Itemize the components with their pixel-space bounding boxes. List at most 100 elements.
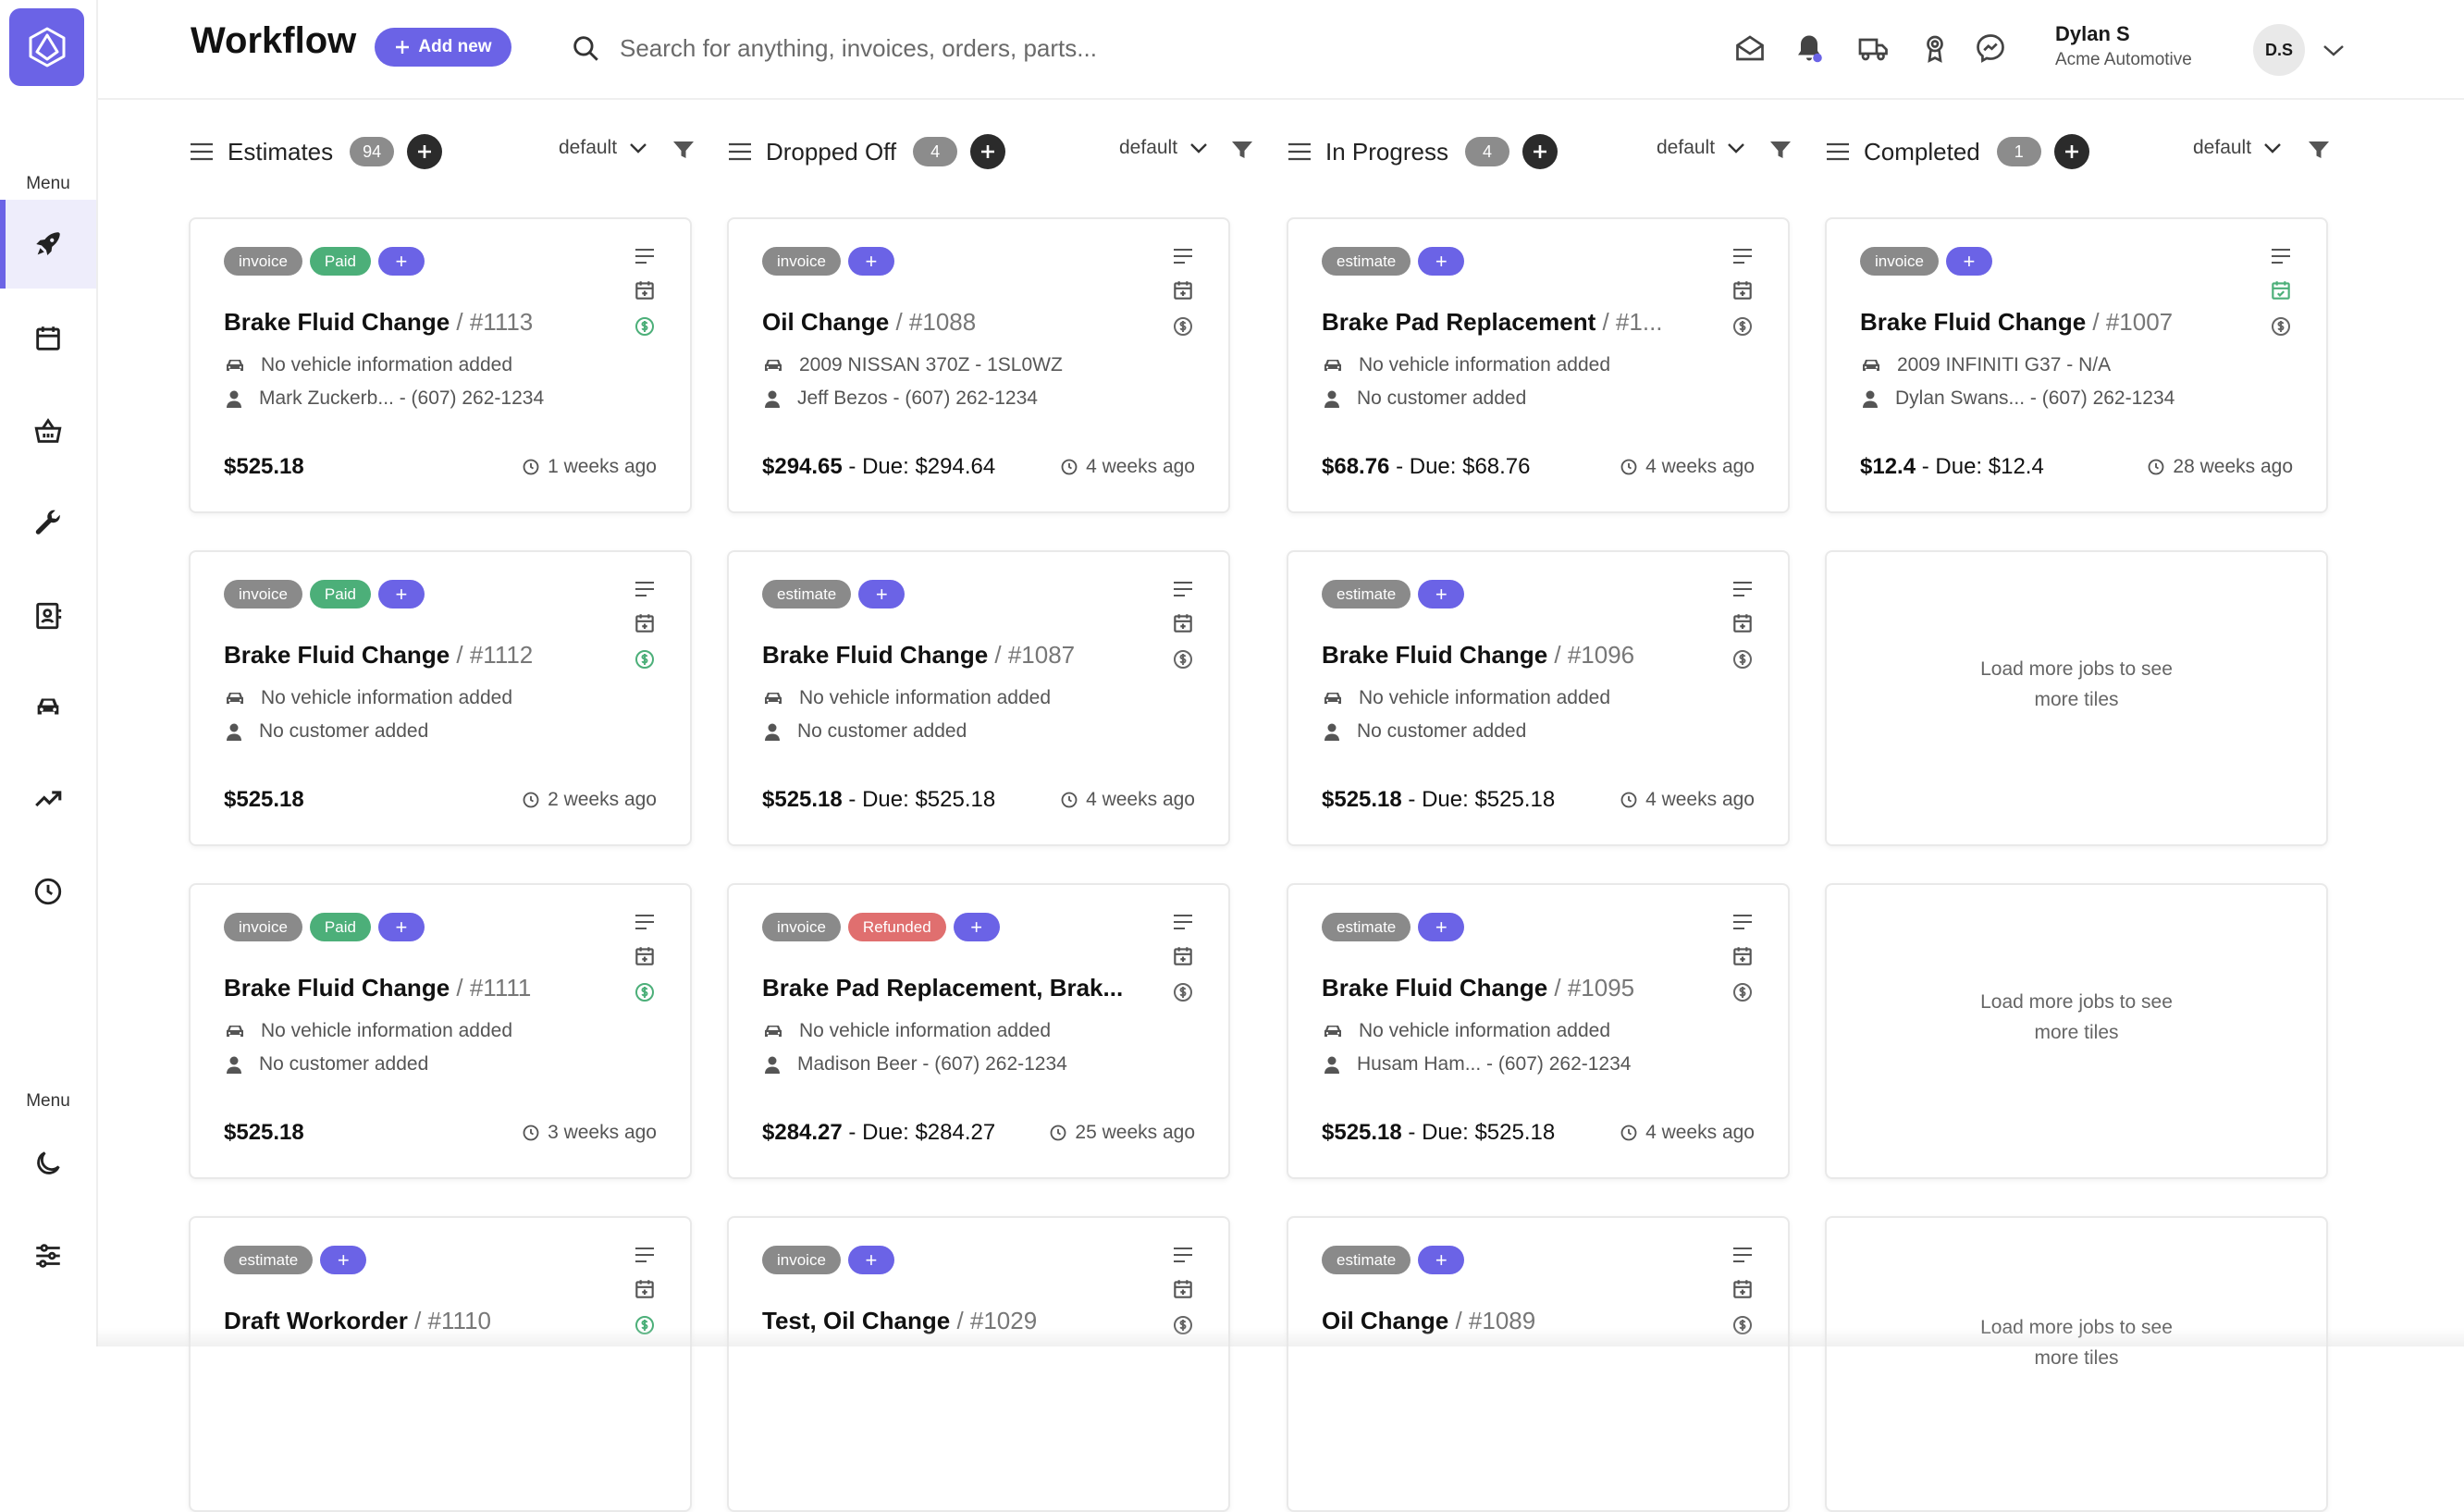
- job-card[interactable]: invoice Paid + Brake Fluid Change / #1111 No…: [189, 883, 692, 1179]
- filter-icon[interactable]: [671, 139, 696, 161]
- calendar-add-icon[interactable]: [633, 278, 657, 302]
- job-card[interactable]: estimate + Brake Fluid Change / #1095 No ve…: [1287, 883, 1790, 1179]
- calendar-add-icon[interactable]: [1731, 611, 1755, 635]
- calendar-add-icon[interactable]: [2269, 278, 2293, 302]
- job-card[interactable]: invoice Paid + Brake Fluid Change / #1112 No…: [189, 550, 692, 846]
- nav-vehicles[interactable]: [0, 662, 96, 751]
- add-tag-button[interactable]: +: [1418, 580, 1465, 608]
- add-job-button[interactable]: [970, 134, 1006, 169]
- job-card[interactable]: invoice + Test, Oil Change / #1029: [727, 1216, 1230, 1512]
- sort-dropdown[interactable]: default: [1119, 137, 1209, 159]
- job-card[interactable]: invoice + Brake Fluid Change / #1007 2009 I…: [1825, 217, 2328, 513]
- bell-icon[interactable]: [1793, 31, 1826, 65]
- job-card[interactable]: estimate + Brake Pad Replacement / #1... No…: [1287, 217, 1790, 513]
- add-job-button[interactable]: [407, 134, 443, 169]
- calendar-add-icon[interactable]: [633, 944, 657, 968]
- payment-icon[interactable]: [634, 981, 656, 1003]
- notes-icon[interactable]: [2270, 247, 2292, 265]
- notes-icon[interactable]: [634, 1246, 656, 1264]
- calendar-add-icon[interactable]: [1171, 1277, 1195, 1301]
- add-tag-button[interactable]: +: [377, 913, 425, 941]
- add-tag-button[interactable]: +: [377, 580, 425, 608]
- chevron-down-icon[interactable]: [2320, 39, 2347, 61]
- notes-icon[interactable]: [1731, 247, 1754, 265]
- load-more-tile[interactable]: Load more jobs to seemore tiles: [1825, 550, 2328, 846]
- job-card[interactable]: invoice + Oil Change / #1088 2009 NISSAN 37…: [727, 217, 1230, 513]
- messenger-icon[interactable]: [1974, 31, 2007, 65]
- nav-orders[interactable]: [0, 387, 96, 475]
- truck-icon[interactable]: [1857, 31, 1891, 65]
- job-card[interactable]: invoice Refunded + Brake Pad Replacement, B…: [727, 883, 1230, 1179]
- filter-icon[interactable]: [1230, 139, 1254, 161]
- drag-handle-icon[interactable]: [1287, 141, 1312, 162]
- notes-icon[interactable]: [1172, 913, 1194, 931]
- job-card[interactable]: invoice Paid + Brake Fluid Change / #1113 No…: [189, 217, 692, 513]
- drag-handle-icon[interactable]: [1825, 141, 1851, 162]
- notes-icon[interactable]: [1731, 1246, 1754, 1264]
- filter-icon[interactable]: [1768, 139, 1793, 161]
- notes-icon[interactable]: [634, 913, 656, 931]
- calendar-add-icon[interactable]: [1171, 944, 1195, 968]
- notes-icon[interactable]: [1731, 913, 1754, 931]
- payment-icon[interactable]: [1172, 648, 1194, 670]
- calendar-add-icon[interactable]: [1731, 944, 1755, 968]
- load-more-tile[interactable]: Load more jobs to seemore tiles: [1825, 883, 2328, 1179]
- payment-icon[interactable]: [2270, 315, 2292, 338]
- notes-icon[interactable]: [634, 247, 656, 265]
- payment-icon[interactable]: [634, 315, 656, 338]
- add-tag-button[interactable]: +: [858, 580, 906, 608]
- job-card[interactable]: estimate + Brake Fluid Change / #1087 No ve…: [727, 550, 1230, 846]
- mail-icon[interactable]: [1733, 31, 1767, 65]
- add-tag-button[interactable]: +: [1418, 247, 1465, 276]
- add-job-button[interactable]: [1522, 134, 1558, 169]
- load-more-tile[interactable]: Load more jobs to seemore tiles: [1825, 1216, 2328, 1512]
- add-tag-button[interactable]: +: [847, 1246, 894, 1274]
- add-tag-button[interactable]: +: [953, 913, 1000, 941]
- calendar-add-icon[interactable]: [1731, 278, 1755, 302]
- search-input[interactable]: [618, 32, 1121, 64]
- job-card[interactable]: estimate + Brake Fluid Change / #1096 No ve…: [1287, 550, 1790, 846]
- notes-icon[interactable]: [1172, 1246, 1194, 1264]
- notes-icon[interactable]: [1731, 580, 1754, 598]
- payment-icon[interactable]: [1172, 315, 1194, 338]
- app-logo[interactable]: [9, 8, 84, 86]
- nav-dark-mode[interactable]: [0, 1119, 96, 1208]
- nav-history[interactable]: [0, 847, 96, 936]
- filter-icon[interactable]: [2307, 139, 2331, 161]
- sort-dropdown[interactable]: default: [1657, 137, 1746, 159]
- calendar-add-icon[interactable]: [1171, 611, 1195, 635]
- calendar-add-icon[interactable]: [1731, 1277, 1755, 1301]
- add-tag-button[interactable]: +: [320, 1246, 367, 1274]
- payment-icon[interactable]: [1731, 315, 1754, 338]
- notes-icon[interactable]: [634, 580, 656, 598]
- payment-icon[interactable]: [1731, 648, 1754, 670]
- add-tag-button[interactable]: +: [1418, 1246, 1465, 1274]
- add-tag-button[interactable]: +: [847, 247, 894, 276]
- calendar-add-icon[interactable]: [633, 611, 657, 635]
- nav-services[interactable]: [0, 479, 96, 568]
- job-card[interactable]: estimate + Draft Workorder / #1110: [189, 1216, 692, 1512]
- payment-icon[interactable]: [1731, 981, 1754, 1003]
- nav-contacts[interactable]: [0, 572, 96, 660]
- avatar[interactable]: D.S: [2253, 24, 2305, 76]
- payment-icon[interactable]: [1172, 981, 1194, 1003]
- add-job-button[interactable]: [2053, 134, 2089, 169]
- nav-workflow[interactable]: [0, 200, 96, 289]
- notes-icon[interactable]: [1172, 247, 1194, 265]
- nav-reports[interactable]: [0, 755, 96, 843]
- add-tag-button[interactable]: +: [377, 247, 425, 276]
- add-tag-button[interactable]: +: [1945, 247, 1992, 276]
- drag-handle-icon[interactable]: [189, 141, 215, 162]
- job-card[interactable]: estimate + Oil Change / #1089: [1287, 1216, 1790, 1512]
- drag-handle-icon[interactable]: [727, 141, 753, 162]
- sort-dropdown[interactable]: default: [2193, 137, 2283, 159]
- nav-calendar[interactable]: [0, 294, 96, 383]
- notes-icon[interactable]: [1172, 580, 1194, 598]
- payment-icon[interactable]: [634, 648, 656, 670]
- award-icon[interactable]: [1918, 31, 1952, 65]
- add-new-button[interactable]: Add new: [375, 28, 511, 67]
- calendar-add-icon[interactable]: [633, 1277, 657, 1301]
- add-tag-button[interactable]: +: [1418, 913, 1465, 941]
- nav-settings[interactable]: [0, 1211, 96, 1300]
- sort-dropdown[interactable]: default: [559, 137, 648, 159]
